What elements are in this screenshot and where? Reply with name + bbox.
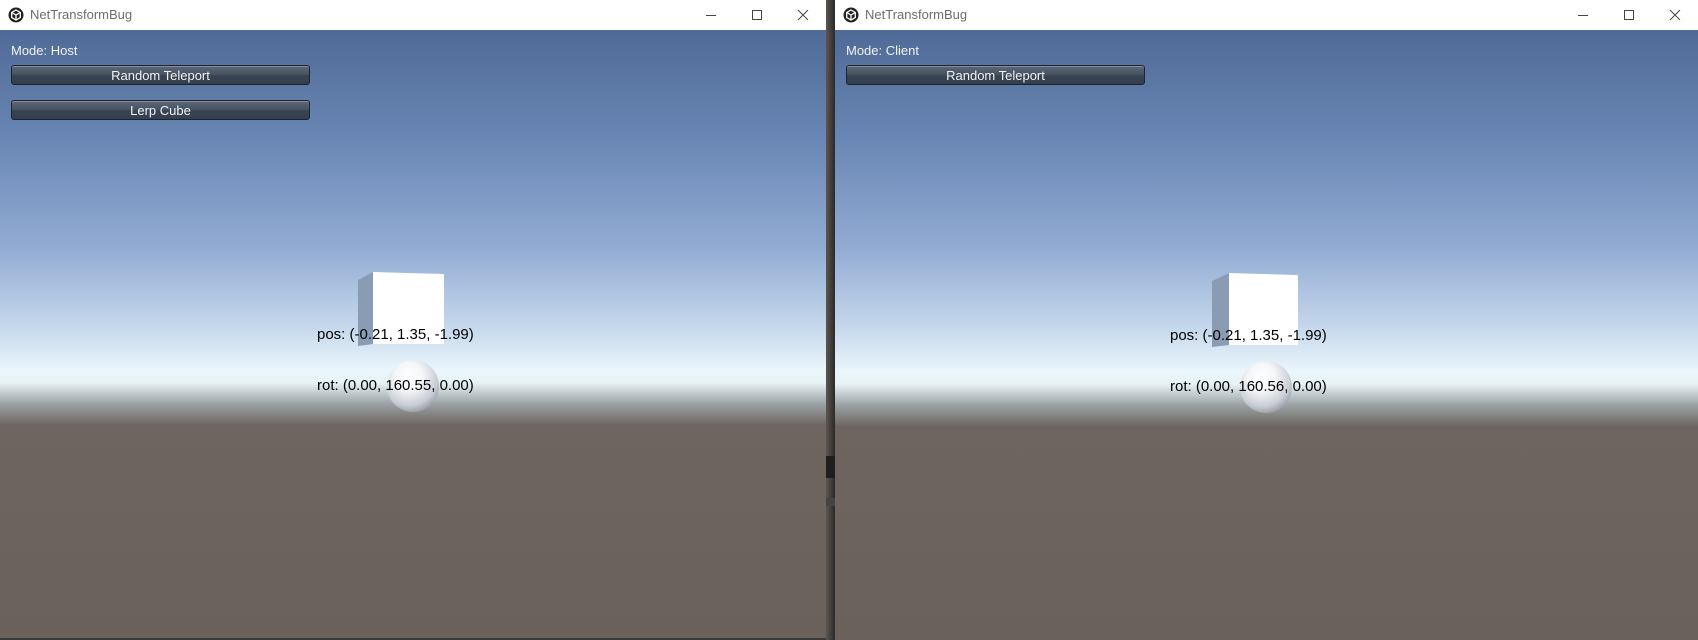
window-title: NetTransformBug: [865, 7, 968, 22]
minimize-button[interactable]: [688, 0, 734, 30]
window-gap: [826, 0, 835, 640]
mode-label: Mode: Host: [11, 43, 78, 58]
game-viewport[interactable]: Mode: Client Random Teleport pos: (-0.21…: [835, 30, 1698, 640]
lerp-cube-button[interactable]: Lerp Cube: [11, 100, 310, 120]
rotation-readout: rot: (0.00, 160.55, 0.00): [317, 377, 474, 394]
unity-logo-icon: [843, 7, 859, 23]
game-window-host: NetTransformBug Mode: Host Random Telepo…: [0, 0, 826, 638]
minimize-icon: [706, 15, 716, 16]
random-teleport-button[interactable]: Random Teleport: [11, 65, 310, 85]
game-viewport[interactable]: Mode: Host Random Teleport Lerp Cube pos…: [0, 30, 826, 638]
maximize-icon: [1624, 10, 1634, 20]
desktop: NetTransformBug Mode: Host Random Telepo…: [0, 0, 1698, 640]
close-button[interactable]: [780, 0, 826, 30]
minimize-icon: [1578, 15, 1588, 16]
position-readout: pos: (-0.21, 1.35, -1.99): [1170, 327, 1327, 344]
maximize-button[interactable]: [734, 0, 780, 30]
minimize-button[interactable]: [1560, 0, 1606, 30]
close-icon: [1669, 9, 1681, 21]
window-title: NetTransformBug: [30, 7, 133, 22]
position-readout: pos: (-0.21, 1.35, -1.99): [317, 326, 474, 343]
transform-readout: pos: (-0.21, 1.35, -1.99) rot: (0.00, 16…: [1170, 293, 1327, 429]
game-window-client: NetTransformBug Mode: Client Random Tele…: [835, 0, 1698, 640]
maximize-icon: [752, 10, 762, 20]
random-teleport-button[interactable]: Random Teleport: [846, 65, 1145, 85]
unity-logo-icon: [8, 7, 24, 23]
close-button[interactable]: [1652, 0, 1698, 30]
title-bar[interactable]: NetTransformBug: [835, 0, 1698, 31]
mode-label: Mode: Client: [846, 43, 919, 58]
transform-readout: pos: (-0.21, 1.35, -1.99) rot: (0.00, 16…: [317, 292, 474, 428]
close-icon: [797, 9, 809, 21]
maximize-button[interactable]: [1606, 0, 1652, 30]
title-bar[interactable]: NetTransformBug: [0, 0, 826, 31]
rotation-readout: rot: (0.00, 160.56, 0.00): [1170, 378, 1327, 395]
